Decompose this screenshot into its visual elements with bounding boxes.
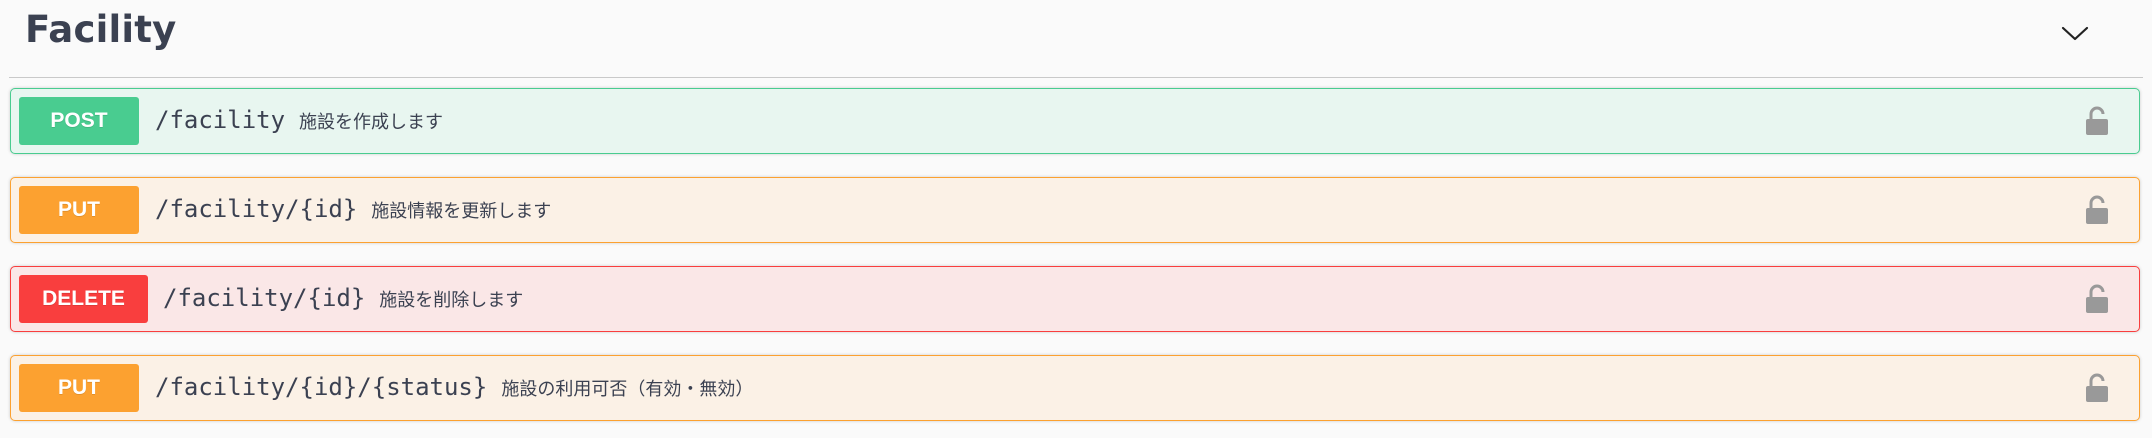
endpoint-summary: 施設を削除します [379, 290, 524, 311]
method-badge: DELETE [19, 275, 148, 323]
operation-put-facility-id-status[interactable]: PUT /facility/{id}/{status} 施設の利用可否（有効・無… [10, 355, 2140, 421]
endpoint-summary: 施設を作成します [299, 112, 444, 133]
endpoint-summary: 施設情報を更新します [371, 201, 552, 222]
unlocked-padlock-icon[interactable] [2083, 283, 2111, 315]
unlocked-padlock-icon[interactable] [2083, 194, 2111, 226]
tag-title: Facility [25, 8, 177, 51]
unlocked-padlock-icon[interactable] [2083, 372, 2111, 404]
tag-header[interactable]: Facility [9, 0, 2143, 78]
method-badge: PUT [19, 186, 139, 234]
operation-delete-facility-id[interactable]: DELETE /facility/{id} 施設を削除します [10, 266, 2140, 332]
operation-post-facility[interactable]: POST /facility 施設を作成します [10, 88, 2140, 154]
method-badge: POST [19, 97, 139, 145]
endpoint-path: /facility/{id} [163, 284, 366, 312]
api-tag-section: Facility POST /facility 施設を作成します PUT /fa… [0, 0, 2152, 438]
operation-put-facility-id[interactable]: PUT /facility/{id} 施設情報を更新します [10, 177, 2140, 243]
endpoint-path: /facility/{id}/{status} [155, 373, 488, 401]
endpoint-path: /facility [155, 106, 286, 134]
unlocked-padlock-icon[interactable] [2083, 105, 2111, 137]
method-badge: PUT [19, 364, 139, 412]
endpoint-path: /facility/{id} [155, 195, 358, 223]
chevron-down-icon[interactable] [2057, 18, 2093, 48]
endpoint-summary: 施設の利用可否（有効・無効） [501, 379, 754, 400]
